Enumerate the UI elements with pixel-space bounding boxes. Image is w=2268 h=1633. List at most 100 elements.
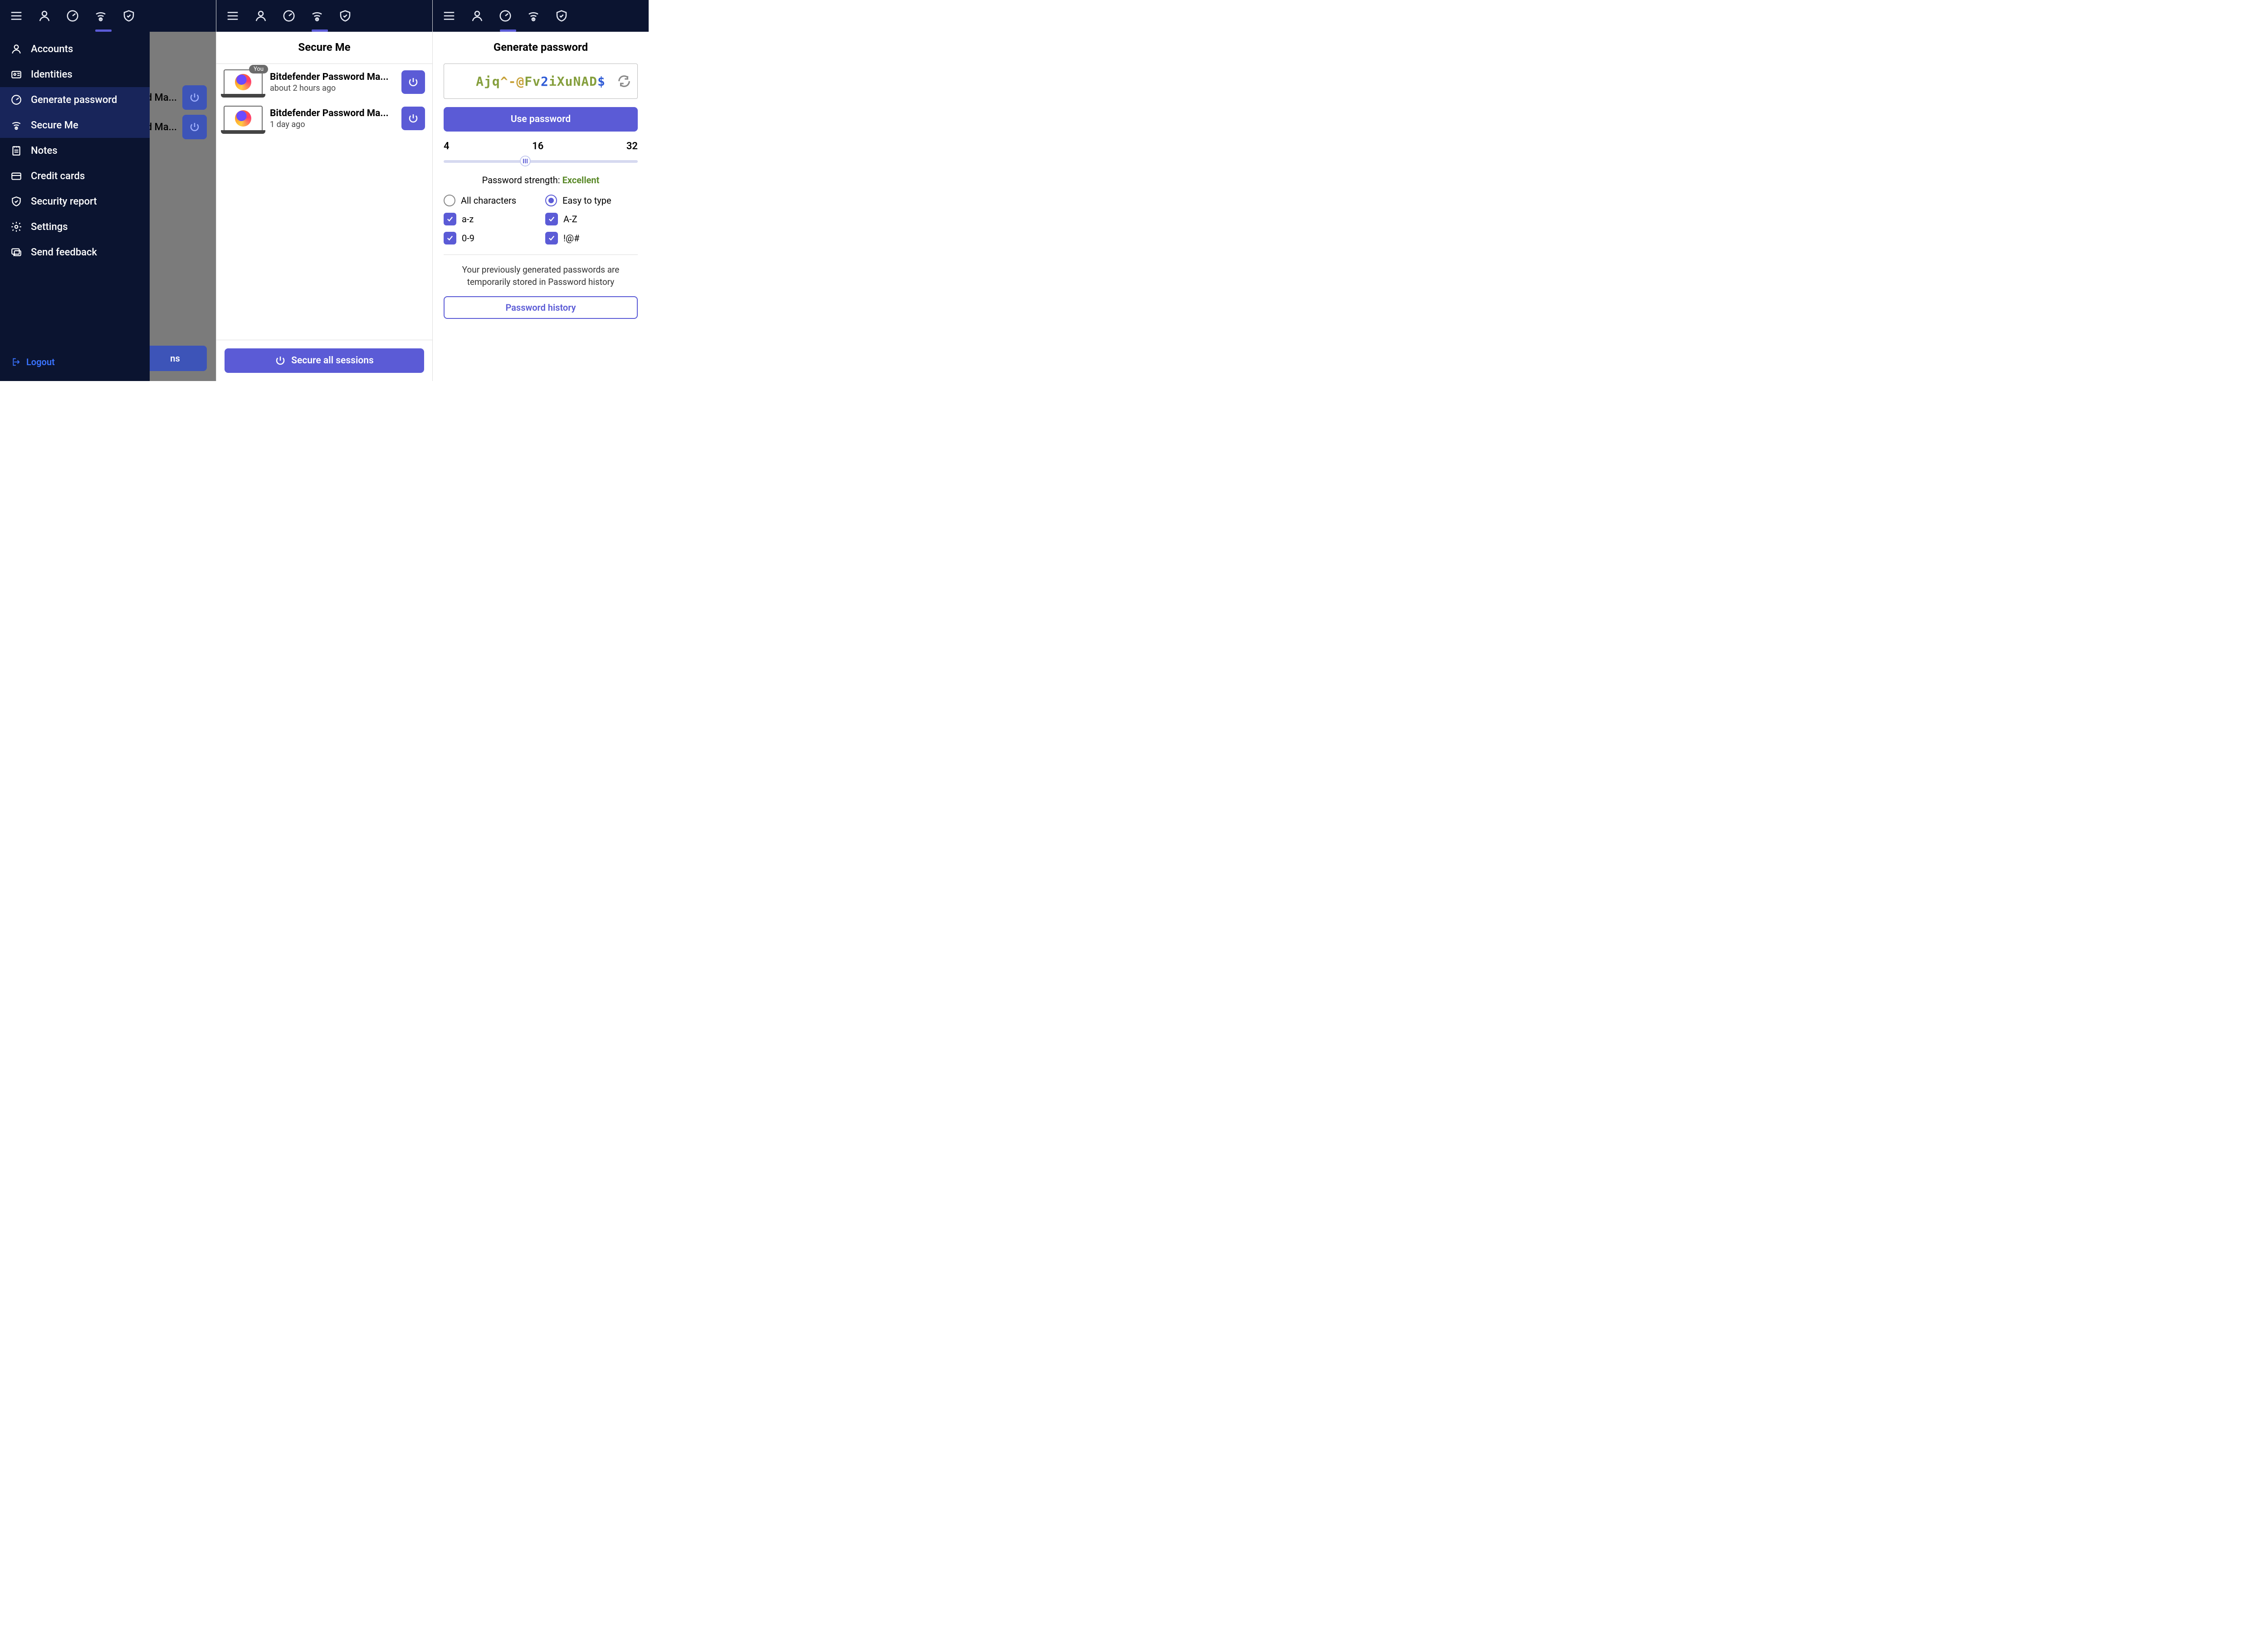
wifi-power-icon[interactable] bbox=[309, 8, 325, 24]
sidebar-item-label: Accounts bbox=[31, 44, 73, 55]
sidebar-item-identities[interactable]: Identities bbox=[0, 62, 150, 87]
device-icon bbox=[224, 106, 263, 131]
footer: Secure all sessions bbox=[216, 340, 432, 381]
password-char: F bbox=[524, 74, 533, 89]
gauge-icon[interactable] bbox=[64, 8, 81, 24]
checkbox-symbols[interactable]: !@# bbox=[545, 232, 638, 244]
gauge-icon[interactable] bbox=[281, 8, 297, 24]
shield-icon[interactable] bbox=[337, 8, 353, 24]
panel-secure-me: Secure Me YouBitdefender Password Ma...a… bbox=[216, 0, 433, 381]
sidebar-item-send-feedback[interactable]: Send feedback bbox=[0, 240, 150, 265]
regenerate-button[interactable] bbox=[617, 74, 631, 88]
gear-icon bbox=[10, 220, 23, 233]
session-title-partial: d Ma... bbox=[147, 92, 177, 103]
logout-button[interactable]: Logout bbox=[0, 357, 150, 381]
slider-thumb[interactable] bbox=[520, 156, 531, 166]
topbar bbox=[433, 0, 649, 32]
sidebar-item-label: Generate password bbox=[31, 94, 117, 106]
password-char: - bbox=[508, 74, 517, 89]
person-icon bbox=[10, 43, 23, 55]
session-power-button[interactable] bbox=[401, 70, 425, 94]
topbar bbox=[0, 0, 150, 32]
sidebar-item-label: Secure Me bbox=[31, 120, 78, 131]
password-char: X bbox=[557, 74, 565, 89]
password-strength: Password strength: Excellent bbox=[444, 175, 638, 186]
sidebar-item-secure-me[interactable]: Secure Me bbox=[0, 112, 150, 138]
checkbox-indicator bbox=[444, 232, 456, 244]
checkbox-digits[interactable]: 0-9 bbox=[444, 232, 536, 244]
password-char: A bbox=[581, 74, 589, 89]
sidebar-item-accounts[interactable]: Accounts bbox=[0, 36, 150, 62]
checkbox-indicator bbox=[545, 232, 558, 244]
person-icon[interactable] bbox=[469, 8, 485, 24]
creditcard-icon bbox=[10, 170, 23, 182]
page-title: Generate password bbox=[444, 32, 638, 64]
strength-value: Excellent bbox=[562, 175, 600, 186]
sidebar-menu: Accounts Identities Generate password Secur… bbox=[0, 0, 150, 381]
password-char: A bbox=[476, 74, 484, 89]
power-icon bbox=[275, 355, 286, 366]
session-time: about 2 hours ago bbox=[270, 83, 394, 93]
gauge-icon[interactable] bbox=[497, 8, 513, 24]
sidebar-item-notes[interactable]: Notes bbox=[0, 138, 150, 163]
sidebar-item-security-report[interactable]: Security report bbox=[0, 189, 150, 214]
generated-password-display: Ajq^-@Fv2iXuNAD$ bbox=[444, 64, 638, 99]
sidebar-item-label: Security report bbox=[31, 196, 97, 207]
session-row: Bitdefender Password Ma...1 day ago bbox=[216, 100, 432, 137]
menu-icon[interactable] bbox=[441, 8, 457, 24]
wifi-power-icon[interactable] bbox=[525, 8, 542, 24]
session-power-button[interactable] bbox=[401, 107, 425, 130]
checkbox-label: A-Z bbox=[563, 214, 577, 225]
secure-all-button-partial[interactable]: ns bbox=[143, 346, 207, 371]
session-title-partial: d Ma... bbox=[147, 122, 177, 133]
secure-all-sessions-button[interactable]: Secure all sessions bbox=[225, 348, 424, 373]
sidebar-item-label: Settings bbox=[31, 221, 68, 233]
menu-icon[interactable] bbox=[225, 8, 241, 24]
shield-icon bbox=[10, 195, 23, 208]
session-power-button[interactable] bbox=[182, 85, 207, 110]
length-min: 4 bbox=[444, 141, 450, 152]
checkbox-lowercase[interactable]: a-z bbox=[444, 213, 536, 225]
button-label: ns bbox=[170, 353, 180, 364]
radio-label: All characters bbox=[461, 195, 516, 206]
use-password-button[interactable]: Use password bbox=[444, 107, 638, 132]
password-history-button[interactable]: Password history bbox=[444, 296, 638, 319]
logout-icon bbox=[10, 357, 20, 367]
password-char: $ bbox=[597, 74, 606, 89]
password-char: N bbox=[573, 74, 581, 89]
sidebar-item-credit-cards[interactable]: Credit cards bbox=[0, 163, 150, 189]
checkbox-label: !@# bbox=[563, 233, 579, 244]
radio-all-characters[interactable]: All characters bbox=[444, 195, 536, 206]
shield-icon[interactable] bbox=[553, 8, 570, 24]
options-grid: All characters Easy to type a-z A-Z 0-9 bbox=[444, 195, 638, 255]
sidebar-item-label: Notes bbox=[31, 145, 58, 156]
password-char: j bbox=[484, 74, 492, 89]
checkbox-label: a-z bbox=[462, 214, 474, 225]
sidebar-item-generate-password[interactable]: Generate password bbox=[0, 87, 150, 112]
sidebar-item-settings[interactable]: Settings bbox=[0, 214, 150, 240]
password-char: i bbox=[549, 74, 557, 89]
radio-indicator bbox=[545, 195, 557, 206]
password-char: q bbox=[492, 74, 500, 89]
password-char: D bbox=[589, 74, 597, 89]
button-label: Use password bbox=[511, 114, 571, 125]
session-title: Bitdefender Password Ma... bbox=[270, 108, 394, 119]
checkbox-indicator bbox=[545, 213, 558, 225]
session-power-button[interactable] bbox=[182, 115, 207, 139]
length-slider[interactable] bbox=[444, 156, 638, 167]
panel-sidebar-overlay: d Ma... d Ma... ns Accounts Identities Gene… bbox=[0, 0, 216, 381]
menu-icon[interactable] bbox=[8, 8, 24, 24]
nav-list: Accounts Identities Generate password Secur… bbox=[0, 32, 150, 357]
topbar bbox=[216, 0, 432, 32]
checkbox-uppercase[interactable]: A-Z bbox=[545, 213, 638, 225]
wifi-power-icon[interactable] bbox=[93, 8, 109, 24]
notes-icon bbox=[10, 144, 23, 157]
person-icon[interactable] bbox=[253, 8, 269, 24]
radio-easy-to-type[interactable]: Easy to type bbox=[545, 195, 638, 206]
password-char: v bbox=[533, 74, 541, 89]
you-badge: You bbox=[249, 65, 268, 73]
sidebar-item-label: Identities bbox=[31, 69, 73, 80]
shield-icon[interactable] bbox=[121, 8, 137, 24]
person-icon[interactable] bbox=[36, 8, 53, 24]
length-labels: 4 16 32 bbox=[444, 141, 638, 152]
